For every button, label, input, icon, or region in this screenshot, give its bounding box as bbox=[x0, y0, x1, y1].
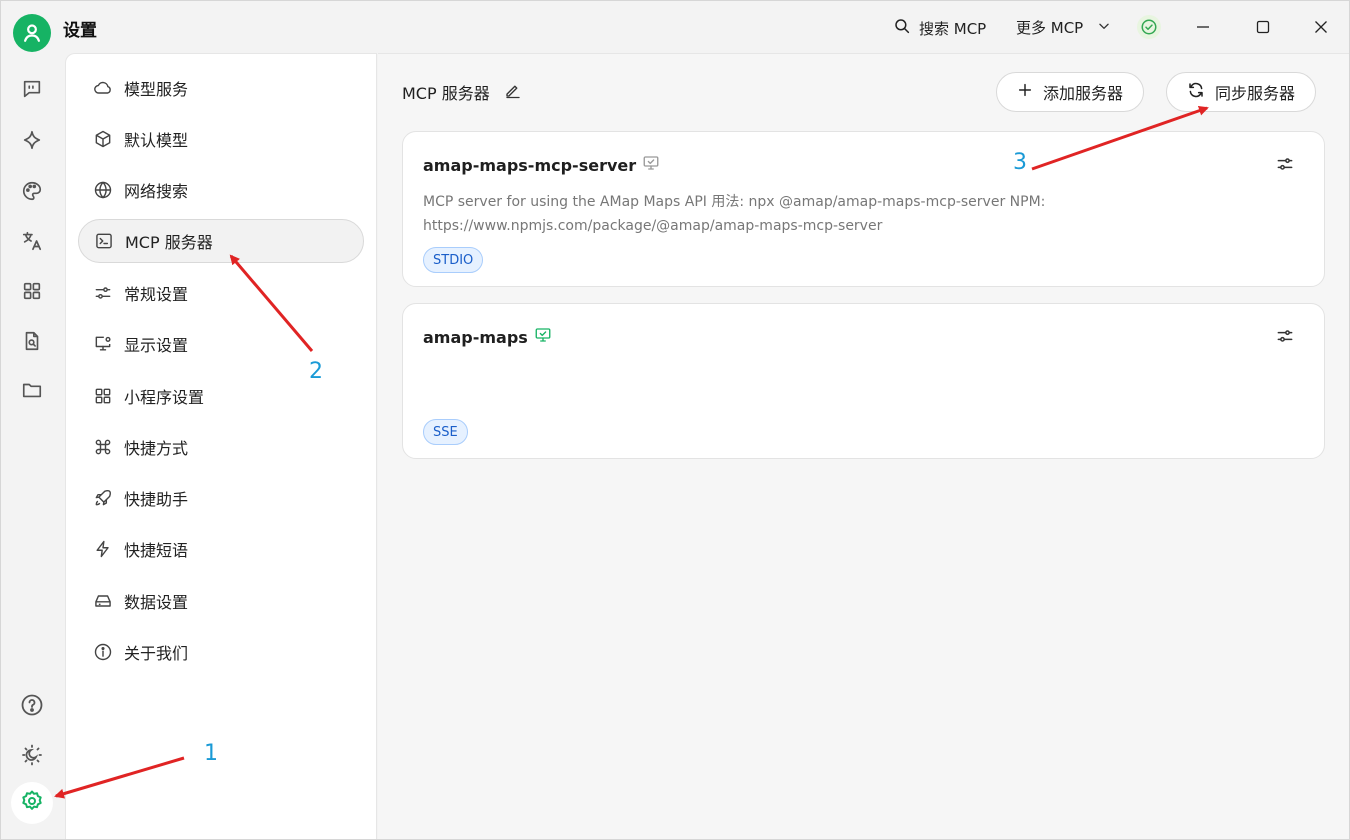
nav-item-label: 常规设置 bbox=[124, 285, 189, 304]
edit-icon[interactable] bbox=[504, 81, 522, 103]
nav-item-general-settings[interactable]: 常规设置 bbox=[78, 271, 364, 315]
annotation-number-3: 3 bbox=[1013, 150, 1027, 175]
title-bar: 设置 搜索 MCP 更多 MCP bbox=[1, 1, 1349, 53]
chevron-down-icon bbox=[1097, 19, 1111, 37]
chat-icon[interactable] bbox=[20, 77, 44, 101]
plus-icon bbox=[1017, 82, 1033, 102]
app-window: 设置 搜索 MCP 更多 MCP 模型服务 默认模型 网络搜索 MCP 服务器 … bbox=[0, 0, 1350, 840]
monitor-gear-icon bbox=[92, 333, 114, 355]
grid-icon bbox=[92, 385, 114, 407]
server-type-badge: SSE bbox=[423, 419, 468, 445]
sync-servers-button[interactable]: 同步服务器 bbox=[1166, 72, 1317, 112]
nav-item-label: 默认模型 bbox=[124, 131, 189, 150]
page-title: MCP 服务器 bbox=[402, 84, 490, 103]
cube-icon bbox=[92, 128, 114, 150]
icon-rail bbox=[1, 53, 64, 839]
server-type-badge: STDIO bbox=[423, 247, 484, 273]
nav-item-label: 快捷短语 bbox=[124, 541, 189, 560]
nav-item-default-model[interactable]: 默认模型 bbox=[78, 117, 364, 161]
nav-item-label: 模型服务 bbox=[124, 80, 189, 99]
main-panel: MCP 服务器 添加服务器 同步服务器 amap-maps-mcp-server… bbox=[378, 53, 1349, 839]
close-button[interactable] bbox=[1309, 15, 1333, 39]
search-mcp-label: 搜索 MCP bbox=[919, 19, 987, 38]
server-settings-icon[interactable] bbox=[1274, 325, 1296, 347]
annotation-number-2: 2 bbox=[309, 359, 323, 384]
help-icon[interactable] bbox=[20, 693, 44, 717]
drive-icon bbox=[92, 590, 114, 612]
avatar[interactable] bbox=[13, 14, 51, 52]
add-server-button[interactable]: 添加服务器 bbox=[996, 72, 1145, 112]
server-title-row: amap-maps bbox=[423, 326, 552, 348]
status-check-icon[interactable] bbox=[1137, 15, 1161, 39]
nav-item-label: 关于我们 bbox=[124, 644, 189, 663]
app-title: 设置 bbox=[63, 21, 97, 41]
zap-icon bbox=[92, 538, 114, 560]
page-title-row: MCP 服务器 bbox=[402, 80, 522, 104]
nav-item-label: 快捷助手 bbox=[124, 490, 189, 509]
file-search-icon[interactable] bbox=[20, 329, 44, 353]
server-card[interactable]: amap-maps-mcp-server MCP server for usin… bbox=[402, 131, 1325, 287]
nav-item-web-search[interactable]: 网络搜索 bbox=[78, 168, 364, 212]
nav-item-label: MCP 服务器 bbox=[125, 233, 213, 252]
minimize-button[interactable] bbox=[1191, 15, 1215, 39]
nav-item-data-settings[interactable]: 数据设置 bbox=[78, 579, 364, 623]
server-settings-icon[interactable] bbox=[1274, 153, 1296, 175]
nav-item-quick-phrases[interactable]: 快捷短语 bbox=[78, 527, 364, 571]
nav-item-label: 显示设置 bbox=[124, 336, 189, 355]
nav-item-mcp-servers[interactable]: MCP 服务器 bbox=[78, 219, 364, 263]
monitor-inactive-icon bbox=[642, 154, 660, 176]
rocket-icon bbox=[92, 487, 114, 509]
annotation-number-1: 1 bbox=[204, 741, 218, 766]
add-server-label: 添加服务器 bbox=[1043, 84, 1124, 103]
server-description: MCP server for using the AMap Maps API 用… bbox=[423, 194, 1046, 234]
search-icon bbox=[893, 17, 911, 39]
gear-icon bbox=[20, 789, 44, 817]
nav-item-label: 快捷方式 bbox=[124, 439, 189, 458]
settings-button[interactable] bbox=[11, 782, 53, 824]
globe-icon bbox=[92, 179, 114, 201]
cloud-icon bbox=[92, 77, 114, 99]
folder-icon[interactable] bbox=[20, 378, 44, 402]
sparkle-icon[interactable] bbox=[20, 128, 44, 152]
nav-item-model-service[interactable]: 模型服务 bbox=[78, 66, 364, 110]
more-mcp-label: 更多 MCP bbox=[1016, 19, 1084, 37]
translate-icon[interactable] bbox=[20, 229, 44, 253]
nav-item-about-us[interactable]: 关于我们 bbox=[78, 630, 364, 674]
settings-nav: 模型服务 默认模型 网络搜索 MCP 服务器 常规设置 显示设置 小程序设置 快… bbox=[65, 53, 377, 839]
palette-icon[interactable] bbox=[20, 179, 44, 203]
server-title-row: amap-maps-mcp-server bbox=[423, 154, 660, 176]
server-name: amap-maps-mcp-server bbox=[423, 155, 637, 175]
terminal-icon bbox=[93, 230, 115, 252]
refresh-icon bbox=[1187, 81, 1205, 103]
command-icon bbox=[92, 436, 114, 458]
maximize-button[interactable] bbox=[1251, 15, 1275, 39]
server-name: amap-maps bbox=[423, 327, 528, 347]
nav-item-label: 小程序设置 bbox=[124, 388, 205, 407]
nav-item-quick-assistant[interactable]: 快捷助手 bbox=[78, 476, 364, 520]
sync-servers-label: 同步服务器 bbox=[1215, 84, 1296, 103]
info-icon bbox=[92, 641, 114, 663]
nav-item-label: 数据设置 bbox=[124, 593, 189, 612]
theme-toggle-icon[interactable] bbox=[20, 743, 44, 767]
sliders-icon bbox=[92, 282, 114, 304]
nav-item-shortcuts[interactable]: 快捷方式 bbox=[78, 425, 364, 469]
search-mcp-button[interactable]: 搜索 MCP bbox=[893, 17, 986, 39]
more-mcp-dropdown[interactable]: 更多 MCP bbox=[1016, 17, 1111, 38]
nav-item-label: 网络搜索 bbox=[124, 182, 189, 201]
apps-grid-icon[interactable] bbox=[20, 279, 44, 303]
server-card[interactable]: amap-maps SSE bbox=[402, 303, 1325, 459]
monitor-active-icon bbox=[534, 326, 552, 348]
